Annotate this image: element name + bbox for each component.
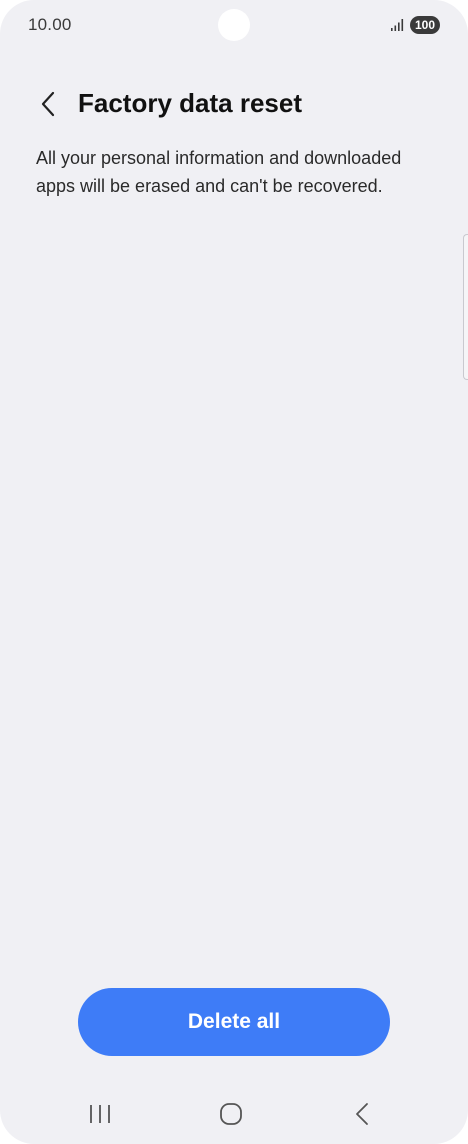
back-icon [356,1103,368,1125]
battery-icon: 100 [410,16,440,34]
status-bar: 10.00 100 [0,0,468,52]
home-button[interactable] [207,1098,255,1130]
recents-icon [90,1105,110,1123]
back-button[interactable] [30,86,66,122]
nav-back-button[interactable] [338,1098,386,1130]
edge-panel-handle[interactable] [463,234,468,380]
header: Factory data reset [0,84,468,124]
status-icons: 100 [390,16,440,34]
chevron-left-icon [41,91,55,117]
signal-icon [391,19,404,31]
reset-description: All your personal information and downlo… [36,148,402,196]
status-time: 10.00 [28,15,72,34]
home-icon [220,1103,242,1125]
camera-cutout [218,9,250,41]
delete-all-button[interactable]: Delete all [78,988,390,1056]
page-title: Factory data reset [78,88,302,118]
phone-screen: 10.00 100 Factory data reset All your pe… [0,0,468,1144]
navigation-bar [0,1088,468,1140]
recents-button[interactable] [76,1098,124,1130]
